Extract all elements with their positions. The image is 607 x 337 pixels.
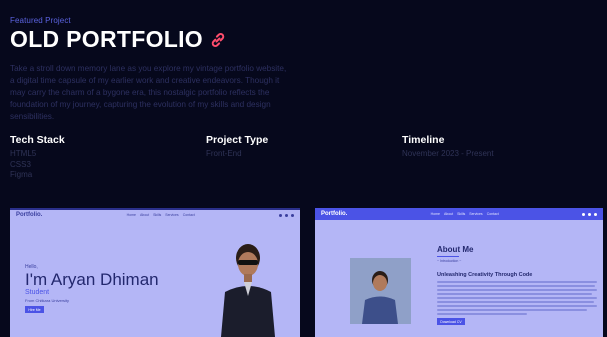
screenshot-about[interactable]: Portfolio. Home About Skills Services Co… [315,208,603,337]
timeline-label: Timeline [402,134,445,146]
tech-item: CSS3 [10,159,31,169]
project-type: Project Type Front-End [206,134,402,181]
preview-nav: Home About Skills Services Contact [431,212,499,216]
preview-hero: Hello, I'm Aryan Dhiman Student From Chi… [25,264,159,313]
tech-item: HTML5 [10,149,37,158]
preview-nav-item: Home [126,213,136,217]
preview-nav-item: About [443,212,454,216]
timeline-value: November 2023 - Present [402,149,494,158]
preview-nav-item: Skills [457,212,466,216]
project-description: Take a stroll down memory lane as you ex… [10,64,287,121]
preview-social-icons [582,212,597,216]
link-icon[interactable] [209,31,227,49]
project-section: Featured Project OLD PORTFOLIO Take a st… [10,16,598,181]
title-row: OLD PORTFOLIO [10,26,598,53]
project-type-value: Front-End [206,149,242,158]
preview-underline [437,256,459,257]
preview-navbar: Portfolio. Home About Skills Services Co… [10,208,300,220]
preview-nav: Home About Skills Services Contact [127,213,195,217]
project-meta: Tech Stack HTML5 CSS3 Figma Project Type… [10,134,598,181]
tech-item: Figma [10,170,33,179]
social-icon [594,212,597,216]
social-icon [582,212,585,216]
social-icon [291,213,294,217]
preview-nav-item: Contact [182,213,195,217]
social-icon [285,213,288,217]
preview-role: Student [25,289,50,296]
preview-about-subtitle: ~ Introduction ~ [437,259,462,263]
project-title: OLD PORTFOLIO [10,26,203,52]
featured-label: Featured Project [10,16,71,25]
preview-nav-item: Home [430,212,440,216]
about-photo [350,258,411,324]
social-icon [279,213,282,217]
screenshot-home[interactable]: Portfolio. Home About Skills Services Co… [10,208,300,337]
tech-stack: Tech Stack HTML5 CSS3 Figma [10,134,206,181]
timeline: Timeline November 2023 - Present [402,134,598,181]
preview-brand: Portfolio. [16,212,43,218]
preview-social-icons [279,213,294,217]
preview-about: About Me ~ Introduction ~ Unleashing Cre… [437,245,597,325]
about-photo-figure [350,258,411,324]
preview-about-paragraph [437,281,597,315]
preview-about-heading: Unleashing Creativity Through Code [437,272,533,278]
project-type-label: Project Type [206,134,269,146]
preview-hire-button: Hire Me [25,306,44,313]
profile-photo [221,244,275,337]
preview-nav-item: About [139,213,150,217]
preview-brand: Portfolio. [321,211,348,217]
preview-navbar: Portfolio. Home About Skills Services Co… [315,208,603,220]
project-screenshots: Portfolio. Home About Skills Services Co… [10,208,603,337]
preview-nav-item: Services [469,212,483,216]
tech-stack-label: Tech Stack [10,134,65,146]
preview-name: I'm Aryan Dhiman [25,270,159,289]
preview-nav-item: Skills [153,213,162,217]
preview-nav-item: Contact [486,212,499,216]
preview-nav-item: Services [165,213,179,217]
preview-university: From Chitkara University [25,298,70,303]
preview-cv-button: Download CV [437,318,465,325]
social-icon [588,212,591,216]
preview-about-title: About Me [437,245,474,254]
